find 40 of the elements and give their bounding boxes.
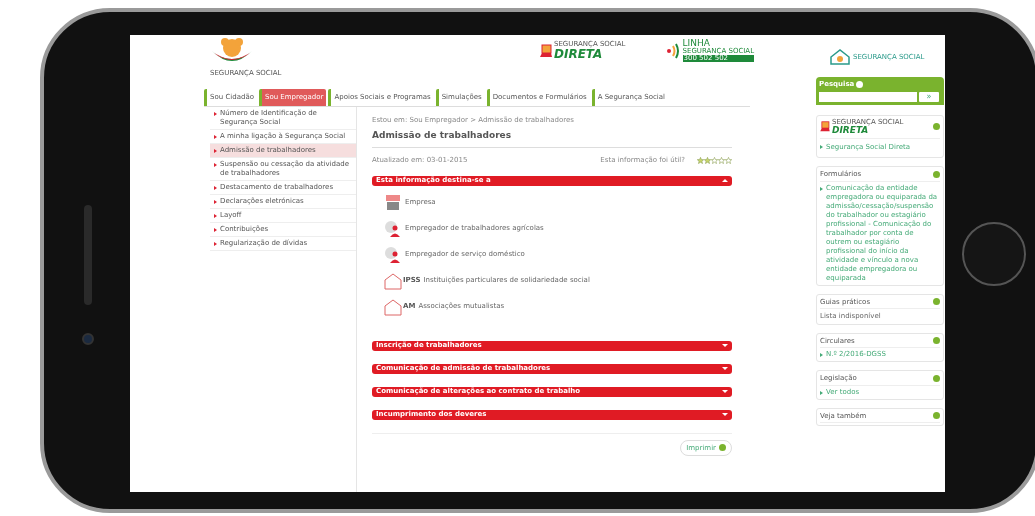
help-icon[interactable] [933,170,940,178]
help-icon[interactable] [933,298,940,306]
bullet-icon [820,390,823,395]
bullet-icon [820,186,823,191]
caret-icon [722,367,728,370]
bullet-icon [214,149,217,153]
laptop-icon [540,43,552,58]
logo-text: LINHA [682,39,710,48]
help-icon[interactable] [933,412,940,420]
bullet-icon [820,144,823,149]
bullet-icon [820,353,823,357]
search-field[interactable] [819,91,917,102]
caret-icon [722,344,728,347]
caret-icon [722,390,728,393]
logo-text: DIRETA [832,125,869,135]
bullet-icon [214,135,217,139]
bullet-icon [214,186,217,190]
star-rating[interactable] [697,157,732,164]
bullet-icon [214,228,217,232]
help-icon[interactable] [856,80,864,88]
sound-waves-icon [665,42,680,59]
logo-text: DIRETA [554,48,604,60]
house-icon [384,271,402,290]
person-icon [384,219,402,238]
bullet-icon [214,242,217,246]
house-icon [830,49,850,65]
person-icon [384,245,402,264]
bullet-icon [214,163,217,167]
bullet-icon [214,112,217,116]
help-icon[interactable] [933,123,940,130]
help-icon[interactable] [933,374,940,382]
caret-icon [722,413,728,416]
house-icon [384,297,402,316]
building-icon [384,193,402,212]
laptop-icon [820,121,830,132]
page-title: Admissão de trabalhadores [372,129,732,148]
bullet-icon [214,214,217,218]
bullet-icon [214,200,217,204]
caret-icon [722,179,728,182]
help-icon[interactable] [933,337,940,345]
